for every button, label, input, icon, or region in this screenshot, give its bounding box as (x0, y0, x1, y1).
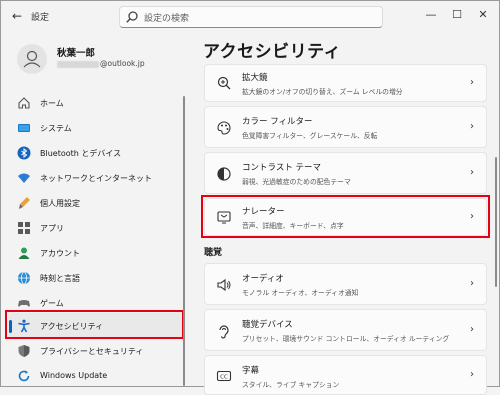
highlight-box-sidebar (5, 310, 184, 339)
brush-icon (19, 197, 30, 209)
gamepad-icon (18, 300, 30, 307)
sidebar-item-label: Windows Update (40, 371, 108, 380)
system-icon (18, 124, 30, 132)
card-color-filters[interactable]: カラー フィルター 色覚障害フィルター、グレースケール、反転 › (204, 106, 487, 148)
magnifier-icon (217, 76, 231, 90)
section-heading-hearing: 聴覚 (204, 248, 223, 258)
card-title: 字幕 (242, 366, 260, 376)
avatar[interactable] (17, 44, 47, 74)
contrast-icon (217, 167, 231, 181)
speaker-icon (217, 278, 231, 292)
highlight-box-narrator (201, 195, 490, 238)
back-arrow-icon[interactable]: ← (9, 8, 25, 24)
card-audio[interactable]: オーディオ モノラル オーディオ、オーディオ通知 › (204, 263, 487, 305)
hearing-device-icon (219, 325, 229, 339)
main-scrollbar[interactable] (495, 157, 497, 287)
sidebar-item-label: システム (40, 124, 72, 133)
app-title: 設定 (31, 13, 50, 23)
sidebar-item-label: プライバシーとセキュリティ (40, 347, 144, 356)
card-title: コントラスト テーマ (242, 163, 322, 173)
card-desc: 拡大鏡のオン/オフの切り替え、ズーム レベルの増分 (242, 88, 403, 96)
chevron-right-icon: › (470, 369, 474, 380)
page-title: アクセシビリティ (203, 42, 342, 62)
windows-update-icon (18, 370, 30, 382)
apps-icon (18, 222, 30, 234)
title-bar: ← 設定 設定の検索 — ☐ ✕ (1, 1, 499, 33)
user-name: 秋葉一郎 (57, 48, 96, 59)
card-contrast-themes[interactable]: コントラスト テーマ 弱視、光過敏症のための配色テーマ › (204, 152, 487, 194)
sidebar-item-bluetooth[interactable]: Bluetooth とデバイス (9, 140, 185, 166)
sidebar-scrollbar[interactable] (183, 96, 185, 386)
card-title: 聴覚デバイス (242, 320, 293, 330)
sidebar-item-accounts[interactable]: アカウント (9, 240, 185, 266)
sidebar-item-label: 時刻と言語 (40, 274, 80, 283)
home-icon (18, 97, 30, 109)
sidebar-item-label: ホーム (40, 99, 64, 108)
minimize-button[interactable]: — (421, 5, 441, 25)
card-desc: スタイル、ライブ キャプション (242, 381, 340, 389)
email-redacted (57, 60, 99, 68)
bluetooth-icon (17, 146, 31, 160)
chevron-right-icon: › (470, 278, 474, 289)
chevron-right-icon: › (470, 167, 474, 178)
svg-text:CC: CC (220, 375, 228, 381)
card-title: カラー フィルター (242, 117, 313, 127)
sidebar-item-label: Bluetooth とデバイス (40, 149, 122, 158)
card-title: 拡大鏡 (242, 73, 268, 83)
sidebar-item-label: ネットワークとインターネット (40, 174, 152, 183)
user-email: @outlook.jp (57, 59, 145, 68)
sidebar-item-label: ゲーム (40, 299, 64, 308)
search-input[interactable]: 設定の検索 (119, 6, 383, 28)
sidebar-item-label: 個人用設定 (40, 199, 80, 208)
wifi-icon (18, 173, 30, 183)
chevron-right-icon: › (470, 77, 474, 88)
card-magnifier[interactable]: 拡大鏡 拡大鏡のオン/オフの切り替え、ズーム レベルの増分 › (204, 64, 487, 102)
card-desc: モノラル オーディオ、オーディオ通知 (242, 289, 359, 297)
captions-icon: CC (216, 370, 232, 382)
search-icon (126, 11, 138, 23)
chevron-right-icon: › (470, 324, 474, 335)
sidebar-item-label: アカウント (40, 249, 80, 258)
sidebar-item-personalization[interactable]: 個人用設定 (9, 190, 185, 216)
sidebar-item-windows-update[interactable]: Windows Update (9, 363, 185, 389)
maximize-button[interactable]: ☐ (447, 5, 467, 25)
shield-icon (18, 345, 30, 357)
account-icon (18, 247, 30, 259)
sidebar-item-privacy[interactable]: プライバシーとセキュリティ (9, 338, 185, 364)
card-captions[interactable]: CC 字幕 スタイル、ライブ キャプション › (204, 355, 487, 395)
sidebar-item-apps[interactable]: アプリ (9, 215, 185, 241)
close-button[interactable]: ✕ (473, 5, 493, 25)
color-filter-icon (217, 121, 231, 135)
person-icon (23, 50, 41, 68)
user-email-domain: @outlook.jp (100, 59, 145, 68)
sidebar-item-system[interactable]: システム (9, 115, 185, 141)
sidebar-item-label: アプリ (40, 224, 64, 233)
settings-window: ← 設定 設定の検索 — ☐ ✕ 秋葉一郎 @outlook.jp ホーム シス… (0, 0, 500, 395)
sidebar-item-time-language[interactable]: 時刻と言語 (9, 265, 185, 291)
search-placeholder: 設定の検索 (144, 14, 190, 24)
sidebar-item-home[interactable]: ホーム (9, 90, 185, 116)
card-desc: プリセット、環境サウンド コントロール、オーディオ ルーティング (242, 335, 450, 343)
card-desc: 弱視、光過敏症のための配色テーマ (242, 178, 351, 186)
chevron-right-icon: › (470, 121, 474, 132)
card-hearing-devices[interactable]: 聴覚デバイス プリセット、環境サウンド コントロール、オーディオ ルーティング … (204, 309, 487, 351)
globe-clock-icon (18, 271, 30, 285)
sidebar-item-network[interactable]: ネットワークとインターネット (9, 165, 185, 191)
card-desc: 色覚障害フィルター、グレースケール、反転 (242, 132, 378, 140)
card-title: オーディオ (242, 274, 284, 284)
